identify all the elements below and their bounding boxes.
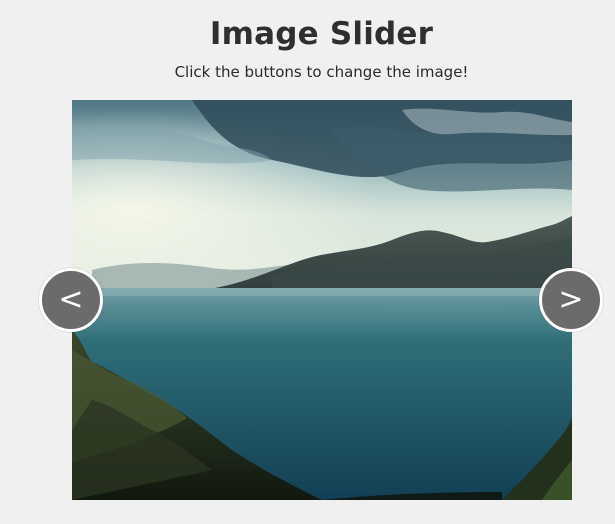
previous-button[interactable]: < [39, 268, 103, 332]
page-subtitle: Click the buttons to change the image! [174, 63, 469, 81]
next-button[interactable]: > [539, 268, 603, 332]
page-title: Image Slider [209, 16, 434, 52]
slide-image [72, 100, 572, 500]
image-slider [72, 100, 572, 500]
page: Image Slider Click the buttons to change… [0, 0, 615, 524]
